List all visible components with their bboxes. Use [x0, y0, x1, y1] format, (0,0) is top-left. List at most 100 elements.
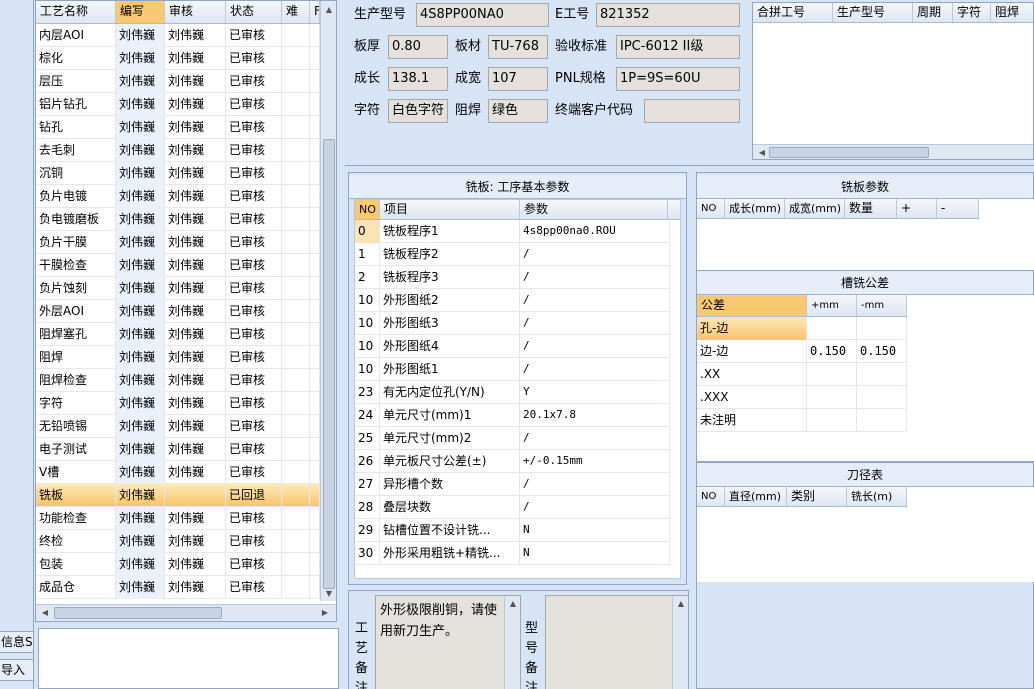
- model-notes-vscroll[interactable]: ▲: [672, 596, 688, 689]
- process-notes-vscroll[interactable]: ▲: [504, 596, 520, 689]
- scroll-left-arrow[interactable]: ◀: [38, 606, 52, 620]
- info-button[interactable]: 信息S: [0, 631, 34, 653]
- solder-field[interactable]: 绿色: [488, 99, 548, 123]
- param-row[interactable]: 10 外形图纸4/: [355, 335, 670, 358]
- process-row[interactable]: 负片电镀 刘伟巍 刘伟巍 已审核: [36, 185, 320, 208]
- process-row[interactable]: 干膜检查 刘伟巍 刘伟巍 已审核: [36, 254, 320, 277]
- process-row[interactable]: 铣板 刘伟巍 已回退: [36, 484, 320, 507]
- process-row[interactable]: 负电镀磨板 刘伟巍 刘伟巍 已审核: [36, 208, 320, 231]
- process-row[interactable]: V槽 刘伟巍 刘伟巍 已审核: [36, 461, 320, 484]
- process-row[interactable]: 电子测试 刘伟巍 刘伟巍 已审核: [36, 438, 320, 461]
- header-mill-no[interactable]: NO: [697, 199, 725, 218]
- e-no-field[interactable]: 821352: [596, 3, 740, 27]
- header-mill-width[interactable]: 成宽(mm): [785, 199, 845, 218]
- process-row[interactable]: 无铅喷锡 刘伟巍 刘伟巍 已审核: [36, 415, 320, 438]
- header-author[interactable]: 编写: [116, 1, 165, 23]
- header-merge-model[interactable]: 生产型号: [833, 3, 913, 22]
- param-row[interactable]: 10 外形图纸1/: [355, 358, 670, 381]
- standard-field[interactable]: IPC-6012 II级: [616, 35, 740, 59]
- material-field[interactable]: TU-768: [488, 35, 548, 59]
- process-row[interactable]: 字符 刘伟巍 刘伟巍 已审核: [36, 392, 320, 415]
- param-row[interactable]: 2 铣板程序3/: [355, 266, 670, 289]
- model-notes-scroll-up[interactable]: ▲: [674, 597, 688, 611]
- tolerance-row[interactable]: .XXX: [697, 386, 907, 409]
- header-merge-char[interactable]: 字符: [953, 3, 991, 22]
- process-row[interactable]: 钻孔 刘伟巍 刘伟巍 已审核: [36, 116, 320, 139]
- param-row[interactable]: 10 外形图纸2/: [355, 289, 670, 312]
- param-row[interactable]: 10 外形图纸3/: [355, 312, 670, 335]
- process-row[interactable]: 终检 刘伟巍 刘伟巍 已审核: [36, 530, 320, 553]
- notes-scroll-up[interactable]: ▲: [506, 597, 520, 611]
- process-row[interactable]: 棕化 刘伟巍 刘伟巍 已审核: [36, 47, 320, 70]
- process-row[interactable]: 去毛刺 刘伟巍 刘伟巍 已审核: [36, 139, 320, 162]
- header-minus-mm[interactable]: -mm: [857, 295, 907, 316]
- merge-scroll-left[interactable]: ◀: [755, 146, 769, 159]
- header-plus-mm[interactable]: +mm: [807, 295, 857, 316]
- process-row[interactable]: 阻焊塞孔 刘伟巍 刘伟巍 已审核: [36, 323, 320, 346]
- header-merge-no[interactable]: 合拼工号: [753, 3, 833, 22]
- header-merge-solder[interactable]: 阻焊: [991, 3, 1033, 22]
- param-row[interactable]: 25 单元尺寸(mm)2/: [355, 427, 670, 450]
- process-row[interactable]: 阻焊检查 刘伟巍 刘伟巍 已审核: [36, 369, 320, 392]
- process-row[interactable]: 层压 刘伟巍 刘伟巍 已审核: [36, 70, 320, 93]
- length-field[interactable]: 138.1: [388, 67, 448, 91]
- header-status[interactable]: 状态: [226, 1, 282, 23]
- scroll-down-arrow[interactable]: ▼: [322, 587, 336, 601]
- width-field[interactable]: 107: [488, 67, 548, 91]
- header-param-no[interactable]: NO: [355, 200, 380, 219]
- process-row[interactable]: 阻焊 刘伟巍 刘伟巍 已审核: [36, 346, 320, 369]
- param-row[interactable]: 0 铣板程序1 4s8pp00na0.ROU: [355, 220, 670, 243]
- process-row[interactable]: 铝片钻孔 刘伟巍 刘伟巍 已审核: [36, 93, 320, 116]
- header-process-name[interactable]: 工艺名称: [36, 1, 116, 23]
- header-difficulty[interactable]: 难: [282, 1, 310, 23]
- header-tool-type[interactable]: 类别: [787, 487, 847, 506]
- header-mill-minus[interactable]: -: [937, 199, 979, 218]
- tolerance-row[interactable]: 边-边 0.150 0.150: [697, 340, 907, 363]
- pnl-field[interactable]: 1P=9S=60U: [616, 67, 740, 91]
- process-table-hscroll[interactable]: ◀ ▶: [36, 604, 336, 621]
- process-row[interactable]: 内层AOI 刘伟巍 刘伟巍 已审核: [36, 24, 320, 47]
- process-row[interactable]: 负片干膜 刘伟巍 刘伟巍 已审核: [36, 231, 320, 254]
- header-mill-plus[interactable]: +: [897, 199, 937, 218]
- header-merge-cycle[interactable]: 周期: [913, 3, 953, 22]
- param-row[interactable]: 30 外形采用粗铣+精铣... N: [355, 542, 670, 565]
- hscroll-thumb[interactable]: [54, 607, 222, 619]
- header-tool-length[interactable]: 铣长(m): [847, 487, 907, 506]
- param-row[interactable]: 29 钻槽位置不设计铣... N: [355, 519, 670, 542]
- tolerance-row[interactable]: 未注明: [697, 409, 907, 432]
- param-row[interactable]: 27 异形槽个数 /: [355, 473, 670, 496]
- customer-field[interactable]: [644, 99, 740, 123]
- merge-table-hscroll[interactable]: ◀: [753, 144, 1033, 159]
- param-row[interactable]: 24 单元尺寸(mm)1 20.1x7.8: [355, 404, 670, 427]
- header-reviewer[interactable]: 审核: [165, 1, 226, 23]
- process-row[interactable]: 成品仓 刘伟巍 刘伟巍 已审核: [36, 576, 320, 599]
- param-row[interactable]: 1 铣板程序2/: [355, 243, 670, 266]
- process-row[interactable]: 负片蚀刻 刘伟巍 刘伟巍 已审核: [36, 277, 320, 300]
- param-row[interactable]: 23 有无内定位孔(Y/N) Y: [355, 381, 670, 404]
- process-notes-field[interactable]: 外形极限削铜，请使用新刀生产。: [375, 595, 521, 689]
- header-tolerance[interactable]: 公差: [697, 295, 807, 316]
- header-tool-no[interactable]: NO: [697, 487, 725, 506]
- header-tool-diameter[interactable]: 直径(mm): [725, 487, 787, 506]
- process-row[interactable]: 功能检查 刘伟巍 刘伟巍 已审核: [36, 507, 320, 530]
- thickness-field[interactable]: 0.80: [388, 35, 448, 59]
- tolerance-row[interactable]: 孔-边: [697, 317, 907, 340]
- header-mill-qty[interactable]: 数量: [845, 199, 897, 218]
- scroll-up-arrow[interactable]: ▲: [322, 3, 336, 17]
- model-notes-field[interactable]: [545, 595, 688, 689]
- product-model-field[interactable]: 4S8PP00NA0: [416, 3, 549, 27]
- param-row[interactable]: 26 单元板尺寸公差(±) +/-0.15mm: [355, 450, 670, 473]
- process-row[interactable]: 外层AOI 刘伟巍 刘伟巍 已审核: [36, 300, 320, 323]
- merge-hscroll-thumb[interactable]: [769, 147, 929, 158]
- process-row[interactable]: 沉铜 刘伟巍 刘伟巍 已审核: [36, 162, 320, 185]
- header-param-value[interactable]: 参数: [520, 200, 668, 219]
- char-field[interactable]: 白色字符: [388, 99, 448, 123]
- process-table-vscroll[interactable]: ▲ ▼: [320, 1, 336, 601]
- scroll-thumb[interactable]: [323, 139, 335, 589]
- header-param-item[interactable]: 项目: [380, 200, 520, 219]
- header-f[interactable]: F: [310, 1, 320, 23]
- import-button[interactable]: 导入: [0, 659, 34, 681]
- process-row[interactable]: 包装 刘伟巍 刘伟巍 已审核: [36, 553, 320, 576]
- scroll-right-arrow[interactable]: ▶: [318, 606, 332, 620]
- header-mill-length[interactable]: 成长(mm): [725, 199, 785, 218]
